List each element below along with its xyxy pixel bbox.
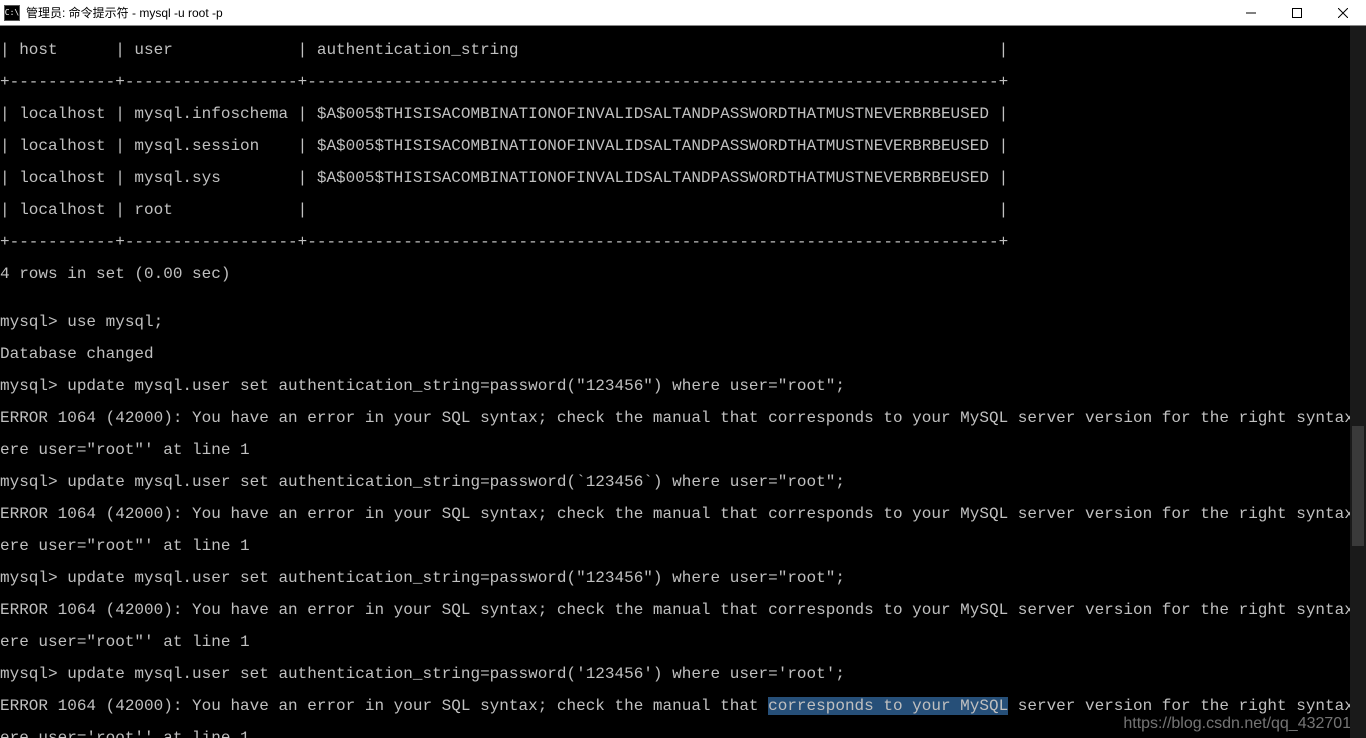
table-border: +-----------+------------------+--------… [0,74,1366,90]
watermark: https://blog.csdn.net/qq_4327015 [1123,716,1360,732]
maximize-button[interactable] [1274,0,1320,26]
window-title: 管理员: 命令提示符 - mysql -u root -p [26,4,223,21]
cmd-window: C:\ 管理员: 命令提示符 - mysql -u root -p | host… [0,0,1366,738]
close-button[interactable] [1320,0,1366,26]
sql-error: ERROR 1064 (42000): You have an error in… [0,410,1366,426]
table-row: | localhost | mysql.infoschema | $A$005$… [0,106,1366,122]
maximize-icon [1292,8,1302,18]
sql-error: ere user="root"' at line 1 [0,634,1366,650]
sql-output: Database changed [0,346,1366,362]
vertical-scrollbar[interactable] [1350,26,1366,738]
cmd-icon: C:\ [4,5,20,21]
table-row: | localhost | mysql.sys | $A$005$THISISA… [0,170,1366,186]
table-header-row: | host | user | authentication_string | [0,42,1366,58]
scrollbar-thumb[interactable] [1352,426,1364,546]
table-border: +-----------+------------------+--------… [0,234,1366,250]
minimize-button[interactable] [1228,0,1274,26]
sql-command: mysql> update mysql.user set authenticat… [0,474,1366,490]
terminal-output[interactable]: | host | user | authentication_string | … [0,26,1366,738]
sql-error: ere user="root"' at line 1 [0,538,1366,554]
sql-command: mysql> update mysql.user set authenticat… [0,378,1366,394]
close-icon [1338,8,1348,18]
sql-command: mysql> update mysql.user set authenticat… [0,666,1366,682]
sql-error: ERROR 1064 (42000): You have an error in… [0,698,1366,714]
sql-error: ERROR 1064 (42000): You have an error in… [0,506,1366,522]
sql-command: mysql> update mysql.user set authenticat… [0,570,1366,586]
selected-text: corresponds to your MySQL [768,697,1008,715]
error-text: ERROR 1064 (42000): You have an error in… [0,697,768,715]
rows-summary: 4 rows in set (0.00 sec) [0,266,1366,282]
error-text: server version for the right syntax to u… [1008,697,1366,715]
sql-error: ere user="root"' at line 1 [0,442,1366,458]
minimize-icon [1246,8,1256,18]
table-row: | localhost | mysql.session | $A$005$THI… [0,138,1366,154]
sql-error: ERROR 1064 (42000): You have an error in… [0,602,1366,618]
table-row: | localhost | root | | [0,202,1366,218]
titlebar[interactable]: C:\ 管理员: 命令提示符 - mysql -u root -p [0,0,1366,26]
sql-command: mysql> use mysql; [0,314,1366,330]
